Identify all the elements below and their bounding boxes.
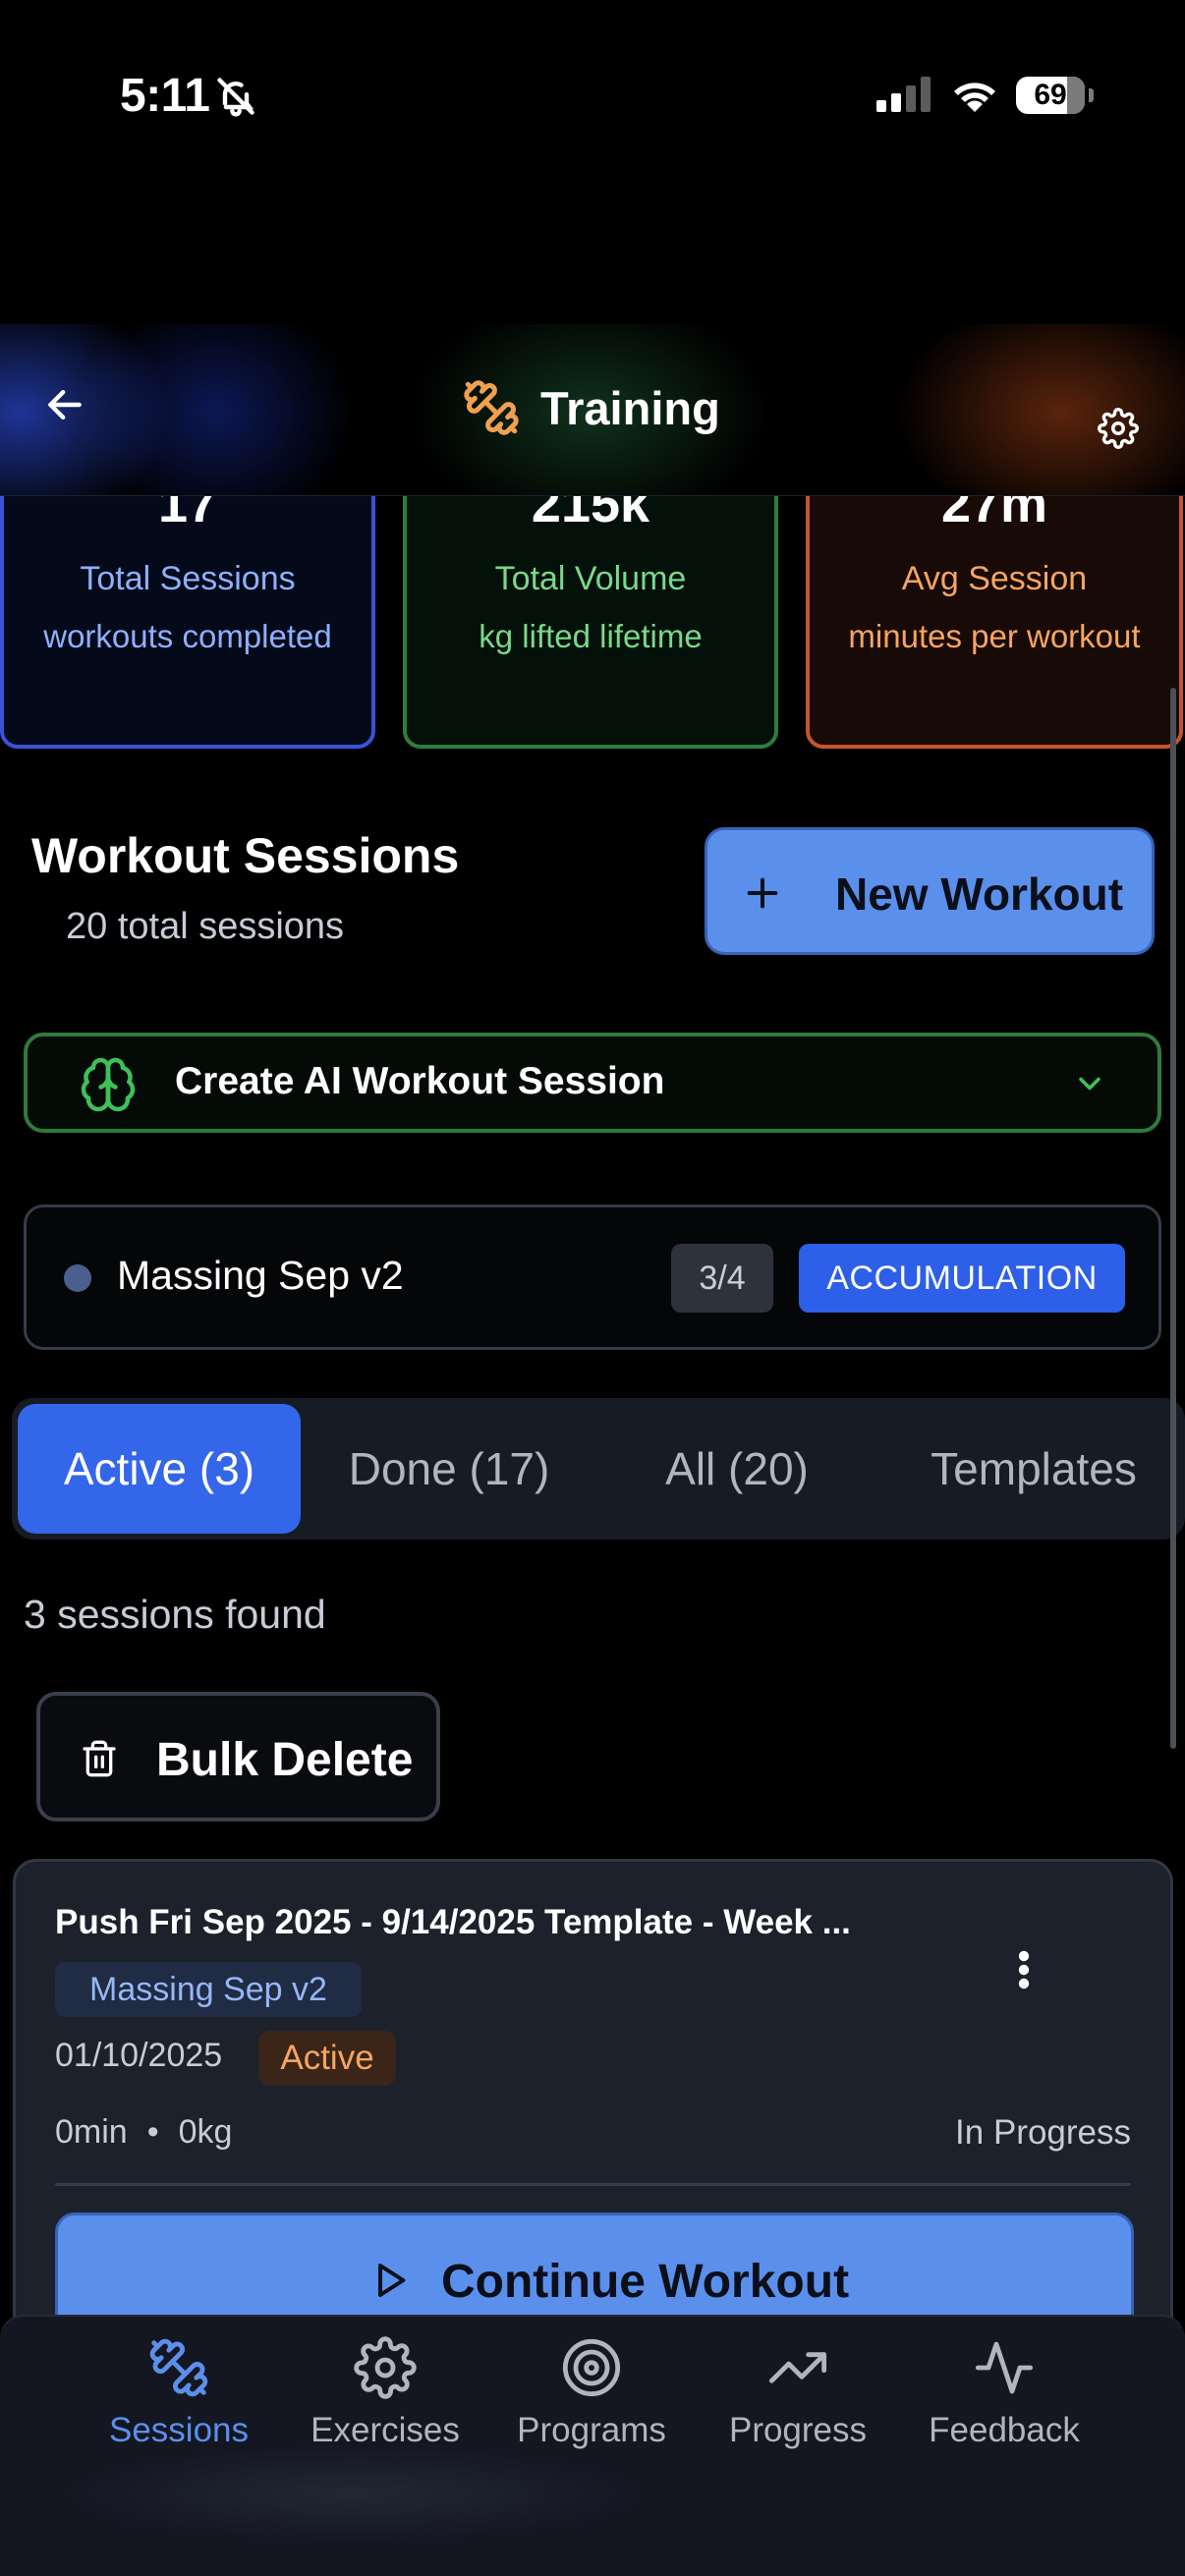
trending-up-icon <box>768 2352 827 2383</box>
stat-subtitle: minutes per workout <box>848 618 1141 654</box>
section-title: Workout Sessions <box>31 828 460 883</box>
session-card[interactable]: Push Fri Sep 2025 - 9/14/2025 Template -… <box>13 1859 1173 2370</box>
status-bar: 5:11 69 <box>0 0 1185 196</box>
tab-all[interactable]: All (20) <box>601 1404 873 1534</box>
gear-icon <box>354 2336 417 2399</box>
stat-label: Avg Session <box>901 560 1088 597</box>
header-title-group: Training <box>462 373 720 442</box>
session-progress-status: In Progress <box>955 2113 1131 2152</box>
trash-icon <box>83 1740 116 1777</box>
chevron-down-icon <box>1079 1077 1100 1091</box>
nav-label: Programs <box>517 2411 666 2449</box>
bell-muted-icon <box>217 78 254 117</box>
app-header: Training <box>0 324 1185 496</box>
battery-indicator: 69 <box>1016 77 1085 114</box>
ai-workout-session-toggle[interactable]: Create AI Workout Session <box>24 1033 1161 1133</box>
stat-card-total-volume: 215k Total Volume kg lifted lifetime <box>403 462 778 749</box>
status-badge: Active <box>258 2031 396 2086</box>
stat-card-total-sessions: 17 Total Sessions workouts completed <box>0 462 375 749</box>
status-time: 5:11 <box>120 70 210 122</box>
nav-sessions[interactable]: Sessions <box>76 2336 282 2450</box>
session-meta: 0min • 0kg <box>55 2113 232 2152</box>
divider <box>55 2183 1131 2186</box>
battery-level: 69 <box>1034 79 1067 111</box>
stat-label: Total Sessions <box>80 560 296 597</box>
bottom-navigation: Sessions Exercises Programs Progress Fee… <box>0 2315 1185 2576</box>
ai-session-label: Create AI Workout Session <box>175 1060 665 1102</box>
tab-templates[interactable]: Templates <box>886 1404 1181 1534</box>
session-duration: 0min <box>55 2113 128 2151</box>
session-filter-tabs: Active (3) Done (17) All (20) Templates <box>12 1398 1185 1540</box>
sessions-count: 20 total sessions <box>66 906 345 947</box>
brain-icon <box>81 1057 136 1112</box>
active-program-card[interactable]: Massing Sep v2 3/4 ACCUMULATION <box>24 1204 1161 1350</box>
stat-subtitle: workouts completed <box>43 618 332 654</box>
bulk-delete-button[interactable]: Bulk Delete <box>36 1692 440 1821</box>
program-week-badge: 3/4 <box>671 1244 773 1313</box>
nav-progress[interactable]: Progress <box>695 2336 901 2450</box>
session-program-tag: Massing Sep v2 <box>55 1962 362 2017</box>
target-icon <box>562 2338 621 2397</box>
nav-programs[interactable]: Programs <box>488 2336 695 2450</box>
back-arrow-icon[interactable] <box>43 383 86 426</box>
dumbbell-icon <box>464 380 519 435</box>
nav-exercises[interactable]: Exercises <box>282 2336 488 2450</box>
play-icon <box>378 2264 406 2297</box>
nav-label: Feedback <box>929 2411 1080 2449</box>
nav-label: Sessions <box>108 2411 250 2449</box>
nav-label: Progress <box>728 2411 868 2449</box>
tab-done[interactable]: Done (17) <box>307 1404 592 1534</box>
nav-feedback[interactable]: Feedback <box>901 2336 1107 2450</box>
session-volume: 0kg <box>178 2113 233 2151</box>
scrollbar[interactable] <box>1170 688 1176 1749</box>
more-options-icon[interactable] <box>1018 1950 1030 1989</box>
program-name: Massing Sep v2 <box>117 1253 404 1298</box>
page-title: Training <box>540 381 720 434</box>
session-date: 01/10/2025 <box>55 2037 223 2074</box>
cell-signal-icon <box>876 77 931 112</box>
program-phase-badge: ACCUMULATION <box>799 1244 1125 1313</box>
new-workout-label: New Workout <box>835 868 1124 920</box>
wifi-icon <box>954 83 995 112</box>
dumbbell-icon <box>149 2338 208 2397</box>
nav-label: Exercises <box>310 2411 460 2449</box>
meta-separator: • <box>146 2113 159 2151</box>
program-status-dot <box>64 1264 91 1292</box>
stat-subtitle: kg lifted lifetime <box>479 618 703 654</box>
plus-icon <box>747 877 778 909</box>
stat-card-avg-session: 27m Avg Session minutes per workout <box>806 462 1183 749</box>
stat-label: Total Volume <box>494 560 687 597</box>
tab-active[interactable]: Active (3) <box>18 1404 301 1534</box>
sessions-found-text: 3 sessions found <box>24 1592 326 1637</box>
settings-gear-icon[interactable] <box>1098 408 1139 449</box>
new-workout-button[interactable]: New Workout <box>705 827 1155 955</box>
session-title: Push Fri Sep 2025 - 9/14/2025 Template -… <box>55 1903 851 1941</box>
bulk-delete-label: Bulk Delete <box>156 1734 414 1786</box>
activity-icon <box>975 2341 1034 2394</box>
continue-workout-label: Continue Workout <box>441 2256 850 2308</box>
